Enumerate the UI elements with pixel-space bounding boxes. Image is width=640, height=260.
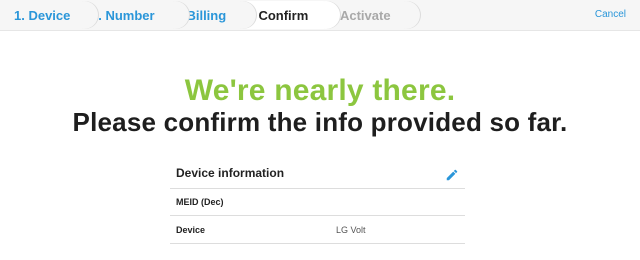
cancel-link[interactable]: Cancel: [595, 9, 626, 20]
device-value: LG Volt: [336, 224, 366, 235]
info-row-device: Device LG Volt: [170, 216, 465, 244]
page-subheadline: Please confirm the info provided so far.: [72, 107, 568, 137]
step-device[interactable]: 1. Device: [0, 1, 98, 29]
device-info-header: Device information: [170, 158, 465, 189]
meid-label: MEID (Dec): [176, 197, 224, 207]
info-row-meid: MEID (Dec): [170, 189, 465, 216]
device-info-panel: Device information MEID (Dec) Device LG …: [170, 158, 465, 244]
page-headline: We're nearly there.: [184, 74, 456, 107]
pencil-icon[interactable]: [445, 168, 459, 182]
device-info-title: Device information: [176, 166, 285, 180]
step-device-label[interactable]: 1. Device: [14, 8, 70, 23]
step-number-label[interactable]: 2. Number: [91, 8, 155, 23]
progress-stepper: 1. Device 2. Number 3. Billing 4. Confir…: [0, 0, 640, 31]
device-label: Device: [176, 224, 206, 235]
